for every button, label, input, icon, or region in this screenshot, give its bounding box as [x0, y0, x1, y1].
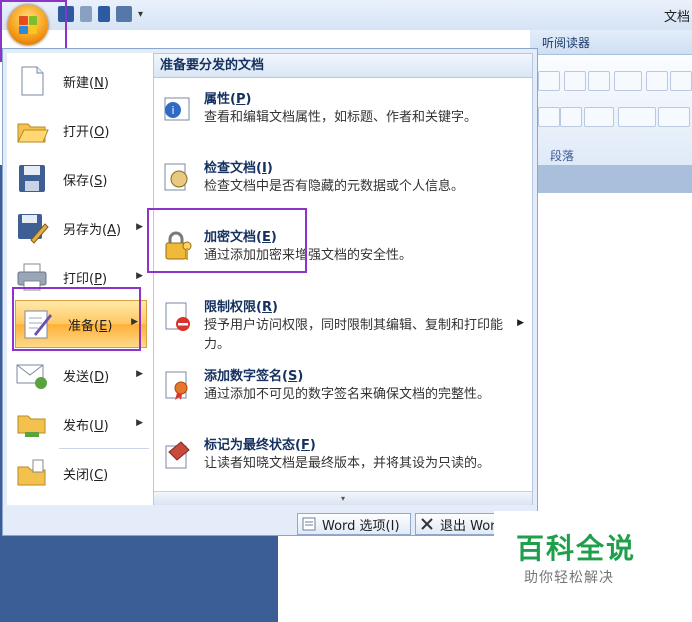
- submenu-hotkey: F: [300, 438, 310, 453]
- justify-icon[interactable]: [538, 107, 560, 127]
- menu-label: 发布: [63, 418, 90, 434]
- prepare-submenu: 准备要分发的文档 i 属性(P) 查看和编辑文档属性，如标题、作者和关键字。 检…: [153, 53, 533, 505]
- options-icon: [302, 517, 316, 531]
- window-title: 文档: [663, 10, 690, 25]
- menu-hotkey: U: [94, 418, 104, 434]
- quick-access-toolbar: ▾: [58, 4, 143, 24]
- open-folder-icon: [15, 114, 49, 146]
- publish-icon: [15, 408, 49, 440]
- highlight-box-encrypt: [147, 208, 307, 273]
- submenu-hotkey: P: [235, 92, 246, 107]
- word-options-button[interactable]: Word 选项(I): [297, 513, 411, 535]
- menu-item-save-as[interactable]: 另存为(A) ▶: [11, 206, 151, 250]
- shading-icon[interactable]: [618, 107, 656, 127]
- close-icon: [421, 518, 433, 530]
- new-document-icon: [15, 65, 49, 97]
- menu-hotkey: P: [94, 271, 102, 287]
- submenu-title: 限制权限: [204, 300, 257, 315]
- svg-text:i: i: [171, 104, 174, 117]
- submenu-hotkey: R: [261, 300, 272, 315]
- send-icon: [15, 359, 49, 391]
- menu-item-open[interactable]: 打开(O): [11, 108, 151, 152]
- menu-item-close[interactable]: 关闭(C): [11, 451, 151, 495]
- menu-hotkey: S: [94, 173, 103, 189]
- menu-label: 保存: [63, 173, 90, 189]
- watermark-subtitle: 助你轻松解决: [524, 570, 614, 586]
- submenu-arrow-icon: ▶: [136, 271, 143, 281]
- bullets-icon[interactable]: [538, 71, 560, 91]
- menu-item-new[interactable]: 新建(N): [11, 59, 151, 103]
- submenu-desc: 通过添加不可见的数字签名来确保文档的完整性。: [204, 387, 491, 402]
- inspect-document-icon: [161, 161, 193, 193]
- distributed-icon[interactable]: [560, 107, 582, 127]
- sort-icon[interactable]: [646, 71, 668, 91]
- submenu-item-signature[interactable]: 添加数字签名(S) 通过添加不可见的数字签名来确保文档的完整性。: [154, 365, 532, 425]
- submenu-desc: 让读者知晓文档是最终版本，并将其设为只读的。: [204, 456, 491, 471]
- submenu-item-properties[interactable]: i 属性(P) 查看和编辑文档属性，如标题、作者和关键字。: [154, 88, 532, 148]
- borders-icon[interactable]: [658, 107, 690, 127]
- ribbon-group-label: 段落: [550, 149, 575, 163]
- menu-hotkey: D: [94, 369, 105, 385]
- menu-hotkey: N: [94, 75, 104, 91]
- menu-label: 打开: [63, 124, 90, 140]
- decrease-indent-icon[interactable]: [564, 71, 586, 91]
- print-preview-icon[interactable]: [116, 6, 132, 22]
- submenu-title: 检查文档: [204, 161, 257, 176]
- submenu-hotkey: I: [261, 161, 267, 176]
- menu-label: 另存为: [63, 222, 103, 238]
- properties-icon: i: [161, 92, 193, 124]
- menu-item-publish[interactable]: 发布(U) ▶: [11, 402, 151, 446]
- submenu-title: 添加数字签名: [204, 369, 283, 384]
- submenu-desc: 查看和编辑文档属性，如标题、作者和关键字。: [204, 110, 478, 125]
- ribbon-body: 段落: [530, 55, 692, 166]
- line-spacing-icon[interactable]: [584, 107, 614, 127]
- submenu-scroll-down[interactable]: ▾: [154, 491, 532, 505]
- mark-final-icon: [161, 438, 193, 470]
- ribbon-tabs: 听阅读器: [530, 30, 692, 55]
- submenu-arrow-icon: ▶: [136, 369, 143, 379]
- menu-label: 新建: [63, 75, 90, 91]
- menu-hotkey: O: [94, 124, 105, 140]
- menu-left-pane: 新建(N) 打开(O) 保存(S) 另存为(A) ▶ 打印(P) ▶ 准备(E)…: [7, 53, 153, 505]
- title-bar: ▾ 文档: [0, 0, 692, 30]
- menu-hotkey: A: [107, 222, 116, 238]
- restrict-permission-icon: [161, 300, 193, 332]
- submenu-hotkey: S: [287, 369, 298, 384]
- increase-indent-icon[interactable]: [588, 71, 610, 91]
- digital-signature-icon: [161, 369, 193, 401]
- chinese-layout-icon[interactable]: [614, 71, 642, 91]
- watermark-title: 百科全说: [516, 532, 637, 565]
- menu-label: 发送: [63, 369, 90, 385]
- word-options-label: Word 选项(I): [322, 518, 400, 534]
- menu-item-save[interactable]: 保存(S): [11, 157, 151, 201]
- submenu-header: 准备要分发的文档: [154, 54, 532, 78]
- submenu-arrow-icon: ▶: [136, 222, 143, 232]
- submenu-arrow-icon: ▶: [136, 418, 143, 428]
- menu-label: 打印: [63, 271, 90, 287]
- submenu-title: 标记为最终状态: [204, 438, 296, 453]
- close-folder-icon: [15, 457, 49, 489]
- ribbon-tab[interactable]: 听阅读器: [542, 34, 590, 51]
- watermark: 百科全说 助你轻松解决: [494, 511, 670, 593]
- menu-separator: [59, 448, 149, 449]
- submenu-desc: 检查文档中是否有隐藏的元数据或个人信息。: [204, 179, 465, 194]
- customize-toolbar-icon[interactable]: ▾: [138, 9, 143, 20]
- show-marks-icon[interactable]: [670, 71, 692, 91]
- submenu-title: 属性: [204, 92, 231, 107]
- submenu-item-restrict[interactable]: 限制权限(R) 授予用户访问权限，同时限制其编辑、复制和打印能力。 ▶: [154, 296, 532, 358]
- save-disk-icon: [15, 163, 49, 195]
- highlight-box-prepare: [12, 287, 141, 351]
- save-as-icon: [15, 212, 49, 244]
- menu-label: 关闭: [63, 467, 90, 483]
- menu-hotkey: C: [94, 467, 104, 483]
- redo-icon[interactable]: [98, 6, 110, 22]
- submenu-desc: 授予用户访问权限，同时限制其编辑、复制和打印能力。: [204, 318, 504, 352]
- submenu-arrow-icon: ▶: [517, 318, 524, 328]
- menu-item-send[interactable]: 发送(D) ▶: [11, 353, 151, 397]
- undo-icon[interactable]: [80, 6, 92, 22]
- submenu-item-mark-final[interactable]: 标记为最终状态(F) 让读者知晓文档是最终版本，并将其设为只读的。: [154, 434, 532, 490]
- menu-footer: Word 选项(I) 退出 Word: [3, 505, 537, 535]
